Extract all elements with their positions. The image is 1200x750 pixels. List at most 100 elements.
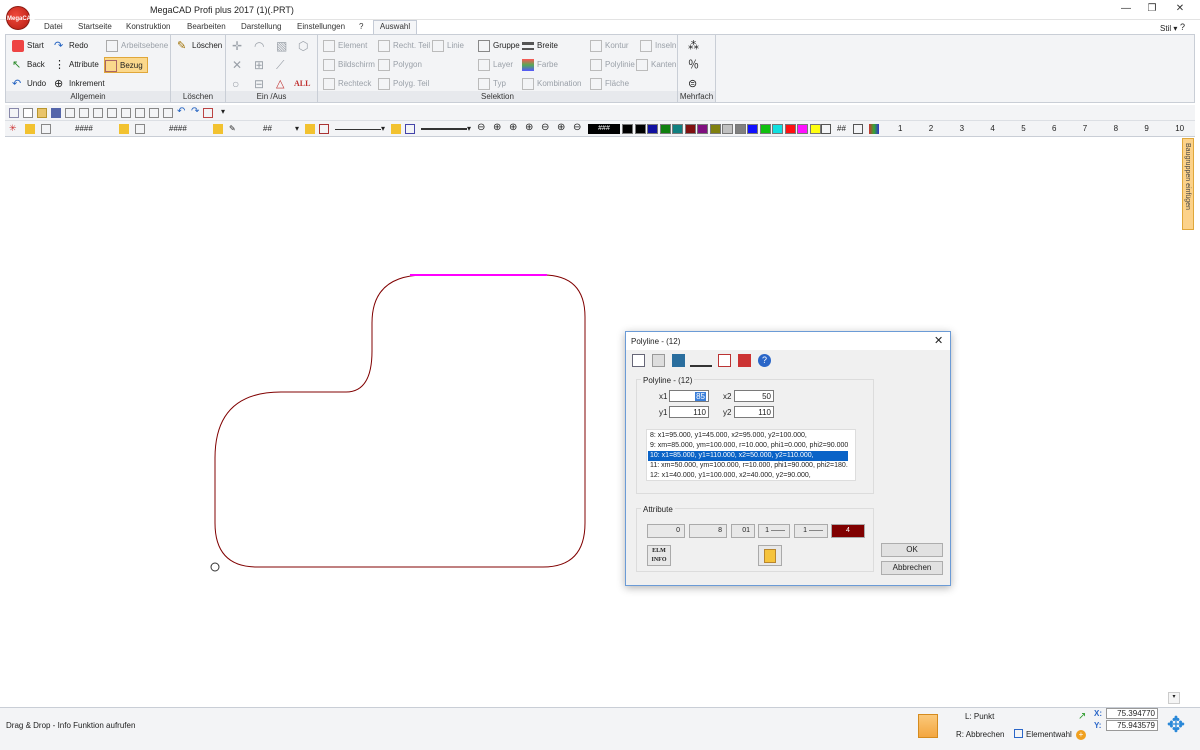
number-button[interactable]: 7 — [1083, 124, 1087, 133]
kontur-button[interactable]: Kontur — [590, 38, 629, 54]
tab-help[interactable]: ? — [355, 22, 367, 34]
side-panel-tab[interactable]: Baugruppen einfügen — [1182, 138, 1194, 230]
calc-icon[interactable] — [163, 108, 173, 118]
tab-startseite[interactable]: Startseite — [74, 22, 116, 34]
cancel-button[interactable]: Abbrechen — [881, 561, 943, 575]
x1-field[interactable]: 85 — [669, 390, 709, 402]
layout-icon[interactable] — [121, 108, 131, 118]
hatch-icon[interactable]: ## — [837, 124, 846, 133]
add-point-icon[interactable]: + — [1076, 730, 1086, 740]
rechteck-button[interactable]: Rechteck — [323, 76, 371, 92]
recht-teil-button[interactable]: Recht. Teil — [378, 38, 430, 54]
group-toggle-icon[interactable] — [135, 124, 145, 134]
restore-button[interactable]: ❐ — [1142, 3, 1162, 17]
number-button[interactable]: 8 — [1114, 124, 1118, 133]
snap-star-icon[interactable]: ✳ — [9, 123, 17, 134]
help-icon[interactable]: ? — [1180, 22, 1185, 32]
pen-field[interactable]: ## — [263, 124, 272, 133]
typ-button[interactable]: Typ — [478, 76, 506, 92]
dialog-close-button[interactable]: ✕ — [934, 334, 943, 347]
color-swatch[interactable] — [647, 124, 658, 134]
grid-icon[interactable] — [135, 108, 145, 118]
linetype-preview[interactable] — [335, 129, 381, 130]
lock-icon-5[interactable] — [391, 124, 401, 134]
all-select-button[interactable]: ALL — [294, 76, 310, 92]
y2-field[interactable]: 110 — [734, 406, 774, 418]
delete-doc-icon[interactable] — [738, 354, 751, 367]
polylinie-button[interactable]: Polylinie — [590, 57, 635, 73]
app-logo[interactable]: MegaCAD — [6, 6, 35, 30]
linie-button[interactable]: Linie — [432, 38, 464, 54]
color-swatch[interactable] — [709, 124, 721, 134]
tab-darstellung[interactable]: Darstellung — [237, 22, 285, 34]
tab-bearbeiten[interactable]: Bearbeiten — [183, 22, 230, 34]
color-swatch[interactable] — [784, 124, 796, 134]
linewidth-preview[interactable] — [421, 128, 467, 130]
color-swatch[interactable] — [684, 124, 696, 134]
element-button[interactable]: Element — [323, 38, 367, 54]
list-item[interactable]: 11: xm=50.000, ym=100.000, r=10.000, phi… — [648, 461, 848, 471]
color-swatch[interactable] — [747, 124, 758, 134]
loeschen-button[interactable]: ✎ Löschen — [177, 38, 222, 54]
open-folder-icon[interactable] — [37, 108, 47, 118]
color-swatch[interactable] — [722, 124, 733, 134]
close-button[interactable]: ✕ — [1170, 3, 1190, 17]
list-item[interactable]: 12: x1=40.000, y1=100.000, x2=40.000, y2… — [648, 471, 848, 480]
save-icon[interactable] — [51, 108, 61, 118]
cube-select-icon[interactable]: ⬡ — [298, 38, 308, 54]
dimension-select-icon[interactable]: ⊞ — [254, 57, 264, 73]
element-select-icon[interactable] — [1014, 729, 1023, 738]
calculator-icon[interactable] — [672, 354, 685, 367]
multi-select-icon-2[interactable]: ％ — [688, 57, 699, 73]
multi-select-icon-1[interactable]: ⁂ — [688, 38, 699, 54]
number-button[interactable]: 5 — [1021, 124, 1025, 133]
colors-icon[interactable] — [869, 124, 879, 134]
inseln-button[interactable]: Inseln — [640, 38, 676, 54]
tab-datei[interactable]: Datei — [40, 22, 67, 34]
measure-icon[interactable] — [853, 124, 863, 134]
cross-select-icon[interactable]: ✕ — [232, 57, 242, 73]
navigation-arrows-icon[interactable]: ✥ — [1162, 711, 1190, 739]
polyline-contour[interactable] — [214, 274, 586, 568]
gruppe-button[interactable]: Gruppe — [478, 38, 520, 54]
bildschirm-button[interactable]: Bildschirm — [323, 57, 375, 73]
x2-field[interactable]: 50 — [734, 390, 774, 402]
layer-button[interactable]: Layer — [478, 57, 513, 73]
layer-field[interactable]: #### — [75, 124, 93, 133]
export-icon[interactable] — [93, 108, 103, 118]
linewidth-dropdown-icon[interactable]: ▾ — [467, 124, 471, 133]
number-button[interactable]: 1 — [898, 124, 902, 133]
drawing-canvas[interactable] — [5, 137, 1183, 707]
color-swatch[interactable] — [672, 124, 683, 134]
linetype-attr-button[interactable]: 1 —— — [758, 524, 790, 538]
redo-small-icon[interactable]: ↷ — [191, 106, 199, 117]
zoom-previous-icon[interactable]: ⊖ — [541, 122, 549, 133]
image-select-icon[interactable]: ▧ — [276, 38, 287, 54]
polyg-teil-button[interactable]: Polyg. Teil — [378, 76, 429, 92]
pen-attr-button[interactable]: 01 — [731, 524, 755, 538]
lock-icon-2[interactable] — [119, 124, 129, 134]
zoom-window-icon[interactable]: ⊕ — [509, 122, 517, 133]
polygon-button[interactable]: Polygon — [378, 57, 422, 73]
copy-doc-icon[interactable] — [632, 354, 645, 367]
farbe-button[interactable]: Farbe — [522, 57, 558, 73]
group-attr-button[interactable]: 8 — [689, 524, 727, 538]
ok-button[interactable]: OK — [881, 543, 943, 557]
back-button[interactable]: ↖ Back — [12, 57, 45, 73]
pen-dropdown-icon[interactable]: ▾ — [295, 124, 299, 133]
number-button[interactable]: 6 — [1052, 124, 1056, 133]
color-swatch[interactable] — [734, 124, 746, 134]
preview-icon[interactable] — [79, 108, 89, 118]
pen-icon[interactable]: ✎ — [229, 124, 236, 133]
undo-button[interactable]: ↶ Undo — [12, 76, 46, 92]
list-item[interactable]: 8: x1=95.000, y1=45.000, x2=95.000, y2=1… — [648, 431, 848, 441]
tab-konstruktion[interactable]: Konstruktion — [122, 22, 174, 34]
element-select-label[interactable]: Elementwahl — [1026, 730, 1072, 739]
customize-dropdown-icon[interactable]: ▾ — [221, 107, 225, 116]
redo-button[interactable]: ↷ Redo — [54, 38, 88, 54]
linetype-icon[interactable] — [319, 124, 329, 134]
arc-select-icon[interactable]: ◠ — [254, 38, 264, 54]
color-swatch[interactable] — [797, 124, 808, 134]
tab-einstellungen[interactable]: Einstellungen — [293, 22, 349, 34]
zoom-pan-icon[interactable]: ⊕ — [557, 122, 565, 133]
